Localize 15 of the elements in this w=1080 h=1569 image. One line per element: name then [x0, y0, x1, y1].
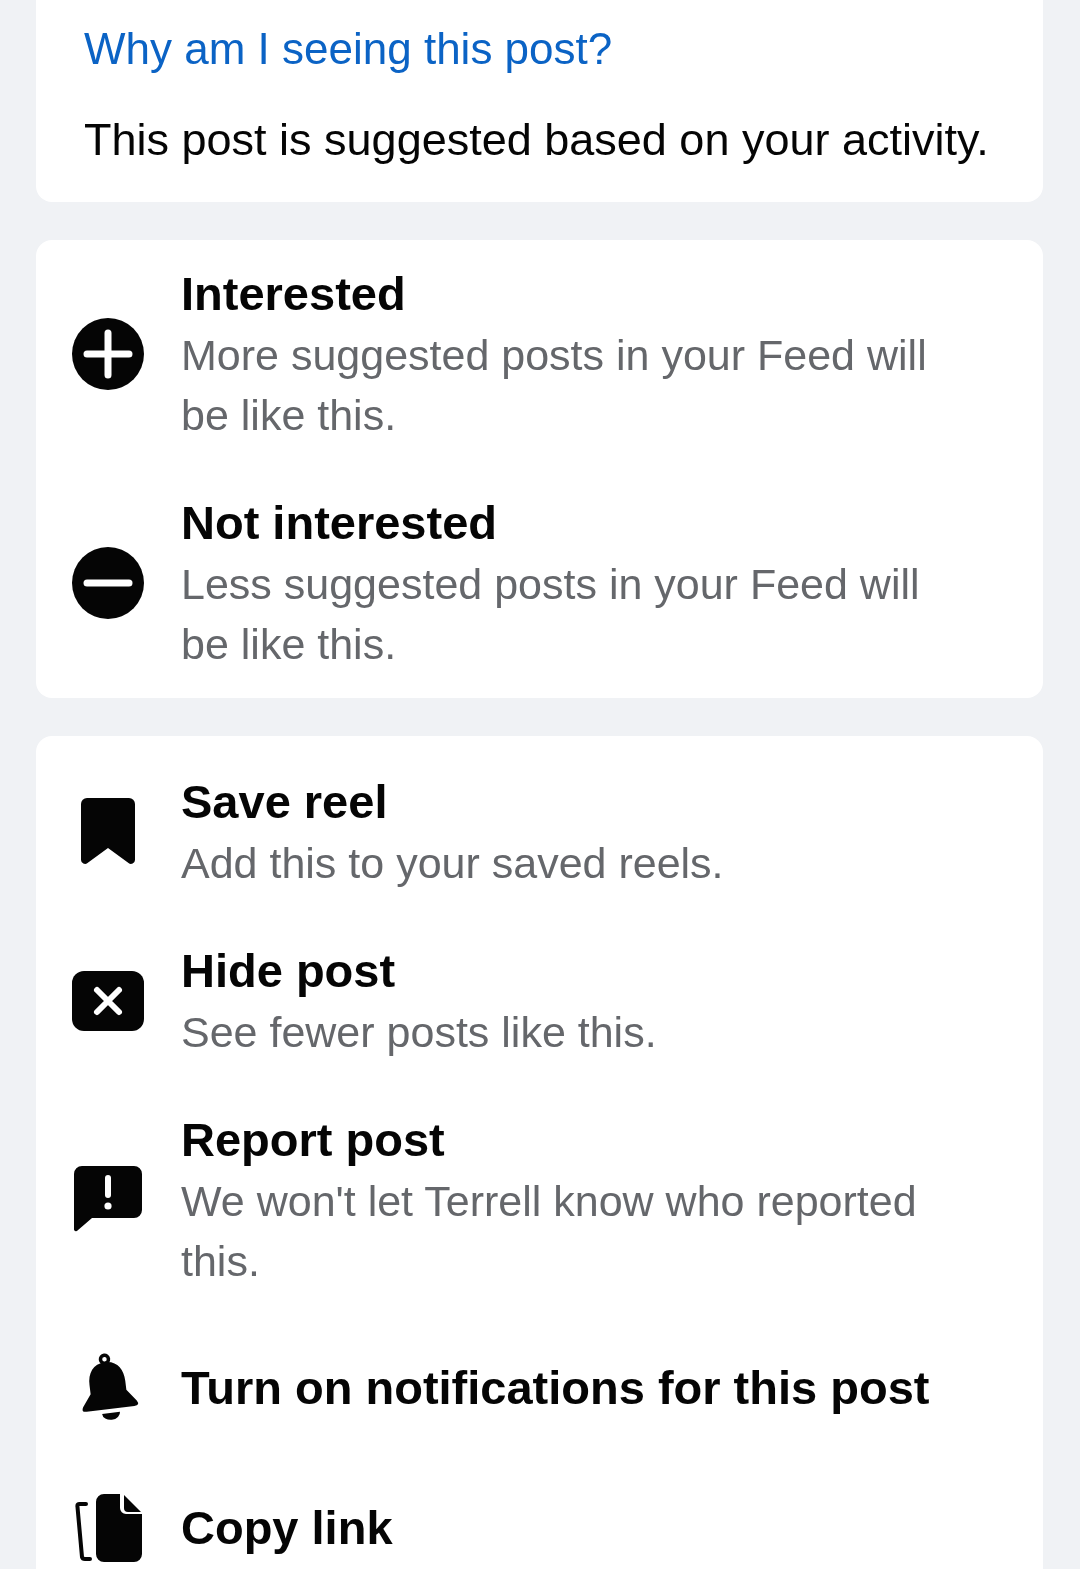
- menu-option[interactable]: Hide post See fewer posts like this.: [36, 917, 1043, 1086]
- exclamation-bubble-icon: [74, 1166, 142, 1234]
- close-icon: [72, 971, 144, 1031]
- menu-option[interactable]: Not interested Less suggested posts in your Feed will be like this.: [36, 469, 1043, 698]
- copy-icon: [74, 1494, 142, 1562]
- plus-circle-icon: [72, 318, 144, 390]
- bookmark-icon: [81, 798, 135, 866]
- menu-option[interactable]: Copy link: [36, 1457, 1043, 1562]
- why-seeing-post-link[interactable]: Why am I seeing this post?: [84, 19, 613, 79]
- menu-option[interactable]: Turn on notifications for this post: [36, 1315, 1043, 1457]
- menu-option[interactable]: Interested More suggested posts in your Feed will be like this.: [36, 240, 1043, 469]
- minus-circle-icon: [72, 547, 144, 619]
- menu-option[interactable]: Save reel Add this to your saved reels.: [36, 748, 1043, 917]
- menu-option[interactable]: Report post We won't let Terrell know who reported this.: [36, 1086, 1043, 1315]
- explanation-text: This post is suggested based on your activity.: [84, 113, 990, 167]
